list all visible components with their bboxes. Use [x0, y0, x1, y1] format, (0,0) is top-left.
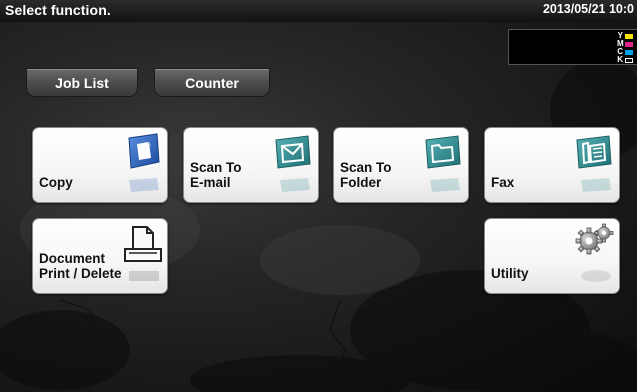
utility-button[interactable]: Utility	[484, 218, 620, 294]
date-time: 2013/05/21 10:0	[542, 2, 634, 16]
title-bar: Select function. 2013/05/21 10:0	[0, 0, 637, 22]
utility-label: Utility	[491, 266, 529, 281]
document-print-delete-label: Document Print / Delete	[39, 251, 122, 281]
copy-icon	[128, 133, 160, 169]
fax-button[interactable]: Fax	[484, 127, 620, 203]
toner-black: K	[617, 56, 633, 64]
main-menu-screen: Select function. 2013/05/21 10:0 Y M C K…	[0, 0, 637, 392]
copy-label: Copy	[39, 175, 73, 190]
copy-button[interactable]: Copy	[32, 127, 168, 203]
counter-tab[interactable]: Counter	[154, 68, 270, 97]
scan-to-email-button[interactable]: Scan To E-mail	[183, 127, 319, 203]
document-print-delete-button[interactable]: Document Print / Delete	[32, 218, 168, 294]
printer-document-icon	[124, 226, 162, 262]
fax-icon	[576, 135, 612, 169]
page-title: Select function.	[5, 2, 111, 18]
folder-icon	[425, 135, 461, 169]
job-list-tab[interactable]: Job List	[26, 68, 138, 97]
envelope-icon	[275, 135, 311, 169]
scan-to-email-label: Scan To E-mail	[190, 160, 242, 190]
toner-level-indicator[interactable]: Y M C K	[508, 29, 637, 65]
fax-label: Fax	[491, 175, 515, 190]
scan-to-folder-label: Scan To Folder	[340, 160, 392, 190]
scan-to-folder-button[interactable]: Scan To Folder	[333, 127, 469, 203]
gears-icon	[575, 223, 614, 255]
